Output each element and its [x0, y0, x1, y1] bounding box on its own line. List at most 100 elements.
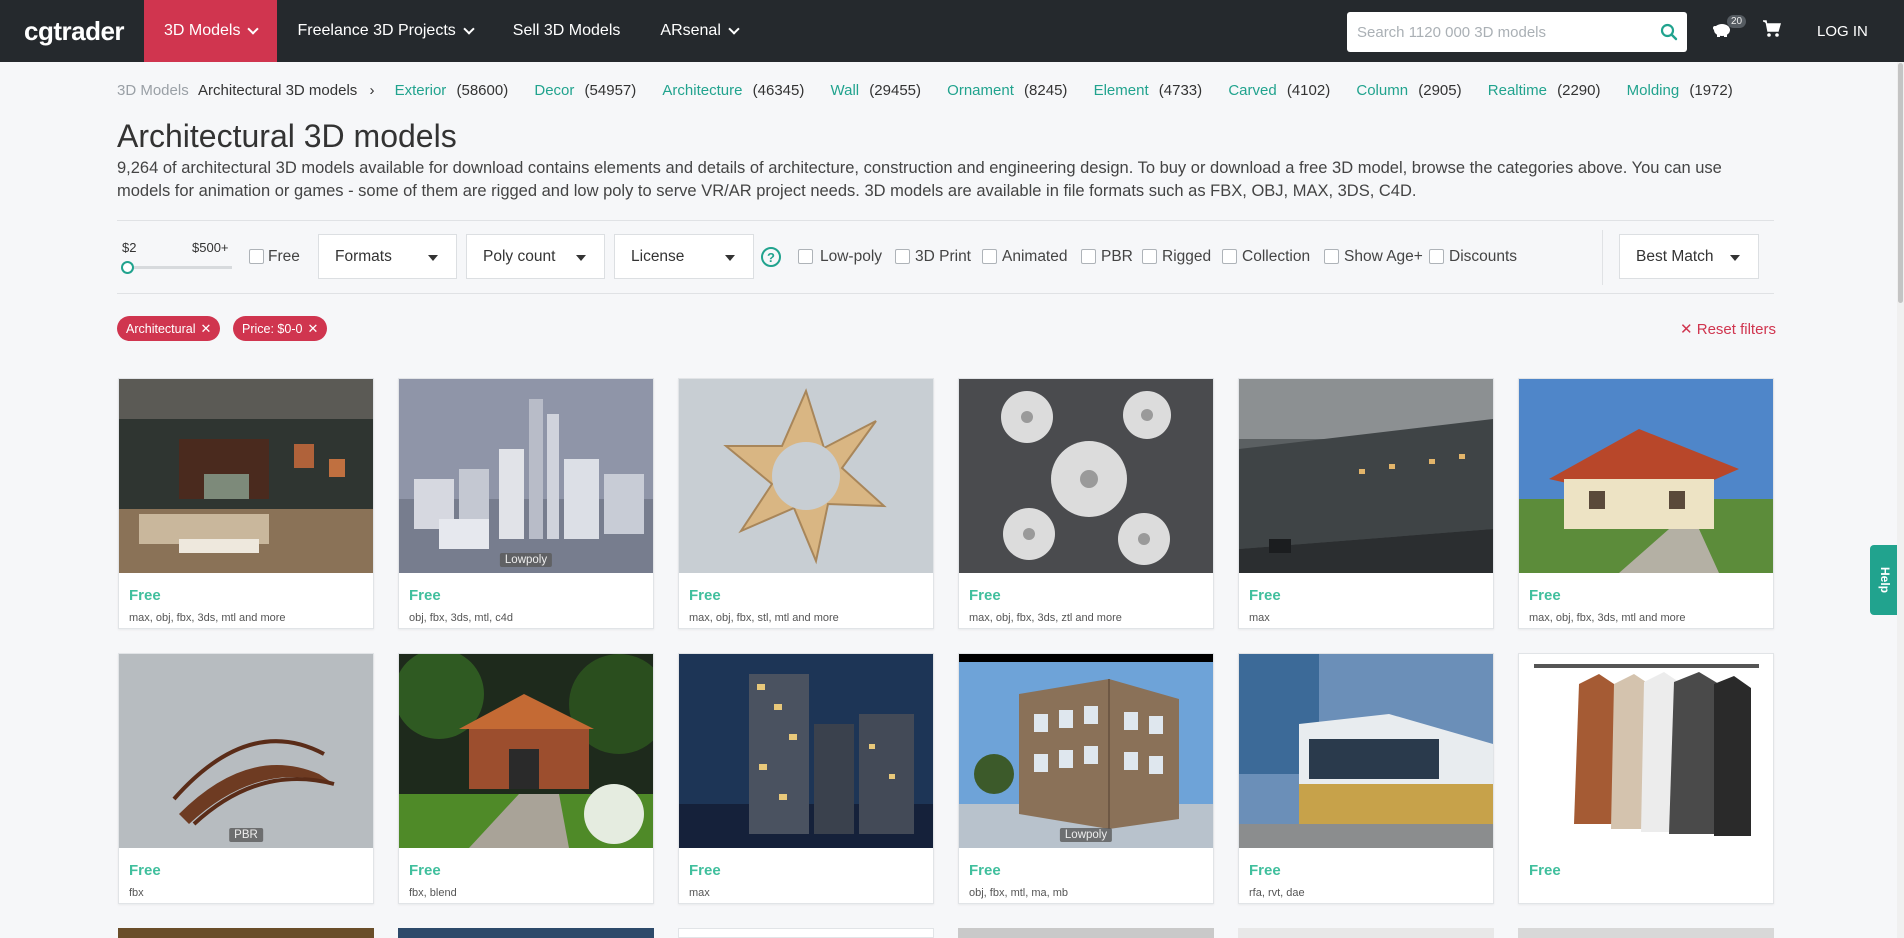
category-name: Wall [830, 82, 860, 99]
login-link[interactable]: LOG IN [1817, 23, 1868, 40]
sort-dropdown[interactable]: Best Match [1619, 234, 1759, 279]
category-link[interactable]: Column (2905) [1356, 82, 1467, 99]
search-icon[interactable] [1651, 23, 1687, 41]
divider [117, 293, 1774, 294]
product-card[interactable]: Lowpoly Free obj, fbx, mtl, ma, mb [958, 653, 1214, 904]
free-checkbox[interactable] [249, 249, 264, 264]
category-link[interactable]: Wall (29455) [831, 82, 927, 99]
product-thumbnail-gold-star-ornament[interactable] [679, 379, 933, 573]
price-slider-handle[interactable] [121, 261, 134, 274]
collection-checkbox[interactable] [1222, 249, 1237, 264]
active-filter-chip[interactable]: Price: $0-0 ✕ [233, 316, 328, 341]
lowpoly-label: Low-poly [820, 248, 883, 265]
license-dropdown[interactable]: License [614, 234, 754, 279]
category-link[interactable]: Molding (1972) [1627, 82, 1739, 99]
discounts-label: Discounts [1449, 248, 1518, 265]
product-card[interactable]: Free rfa, rvt, dae [1238, 653, 1494, 904]
show-age-label: Show Age+ [1344, 248, 1423, 265]
product-card[interactable]: Free [1518, 653, 1774, 904]
breadcrumb-current: Architectural 3D models [198, 82, 358, 99]
site-logo[interactable]: cgtrader [0, 16, 144, 47]
product-thumbnail-modern-building[interactable] [1239, 654, 1493, 848]
product-price: Free [969, 587, 1001, 604]
category-link[interactable]: Carved (4102) [1228, 82, 1336, 99]
product-card[interactable]: Free fbx, blend [398, 653, 654, 904]
product-thumbnail-hanging-clothes[interactable] [1519, 654, 1773, 848]
category-link[interactable]: Architecture (46345) [662, 82, 810, 99]
category-count: (46345) [752, 82, 805, 99]
category-link[interactable]: Decor (54957) [534, 82, 642, 99]
caret-down-icon [576, 255, 586, 261]
help-question-icon[interactable]: ? [761, 247, 781, 267]
cart-icon[interactable] [1762, 20, 1782, 43]
category-name: Decor [534, 82, 575, 99]
product-card-partial[interactable] [118, 928, 374, 938]
breadcrumb-root[interactable]: 3D Models [117, 82, 189, 99]
scrollbar-thumb[interactable] [1898, 63, 1903, 303]
chevron-down-icon [463, 23, 475, 35]
nav-label: Sell 3D Models [512, 22, 621, 39]
product-card[interactable]: Free max [1238, 378, 1494, 629]
product-thumbnail-brick-cottage[interactable] [399, 654, 653, 848]
product-price: Free [129, 862, 161, 879]
category-name: Molding [1626, 82, 1680, 99]
product-thumbnail-flowers-relief[interactable] [959, 379, 1213, 573]
product-card-partial[interactable] [1518, 928, 1774, 938]
nav-sell[interactable]: Sell 3D Models [493, 0, 641, 62]
product-thumbnail-living-room[interactable] [119, 379, 373, 573]
lowpoly-checkbox[interactable] [798, 249, 813, 264]
category-count: (4102) [1286, 82, 1331, 99]
nav-arsenal[interactable]: ARsenal [640, 0, 757, 62]
3dprint-checkbox[interactable] [895, 249, 910, 264]
show-age-checkbox[interactable] [1324, 249, 1339, 264]
page-title: Architectural 3D models [117, 118, 457, 154]
product-card[interactable]: PBR Free fbx [118, 653, 374, 904]
help-tab[interactable]: Help [1870, 545, 1900, 615]
close-icon[interactable]: ✕ [200, 321, 211, 337]
nav-label: 3D Models [164, 22, 241, 39]
product-thumbnail-apartments-street[interactable] [1239, 379, 1493, 573]
reset-filters-link[interactable]: ✕ Reset filters [1680, 320, 1776, 338]
chevron-down-icon [247, 23, 260, 35]
product-tag: PBR [229, 828, 263, 842]
product-thumbnail-city[interactable]: Lowpoly [399, 379, 653, 573]
nav-3d-models[interactable]: 3D Models [144, 0, 278, 62]
product-card-partial[interactable] [678, 928, 934, 938]
category-link[interactable]: Realtime (2290) [1488, 82, 1607, 99]
category-link[interactable]: Exterior (58600) [395, 82, 515, 99]
product-thumbnail-corner-building[interactable]: Lowpoly [959, 654, 1213, 848]
product-card-partial[interactable] [398, 928, 654, 938]
product-card[interactable]: Free max, obj, fbx, 3ds, mtl and more [118, 378, 374, 629]
price-slider-track[interactable] [122, 266, 232, 269]
product-thumbnail-wooden-bridge[interactable]: PBR [119, 654, 373, 848]
rigged-checkbox[interactable] [1142, 249, 1157, 264]
discounts-checkbox[interactable] [1429, 249, 1444, 264]
product-card[interactable]: Free max [678, 653, 934, 904]
category-name: Element [1093, 82, 1149, 99]
nav-label: ARsenal [660, 22, 721, 39]
active-filter-chip[interactable]: Architectural ✕ [117, 316, 221, 341]
product-price: Free [1249, 862, 1281, 879]
product-thumbnail-night-towers[interactable] [679, 654, 933, 848]
product-card[interactable]: Free max, obj, fbx, 3ds, ztl and more [958, 378, 1214, 629]
category-link[interactable]: Element (4733) [1094, 82, 1209, 99]
nav-freelance[interactable]: Freelance 3D Projects [277, 0, 492, 62]
pbr-checkbox[interactable] [1081, 249, 1096, 264]
product-thumbnail-house-red-roof[interactable] [1519, 379, 1773, 573]
pbr-label: PBR [1101, 248, 1133, 265]
collection-label: Collection [1242, 248, 1311, 265]
product-card[interactable]: Free max, obj, fbx, stl, mtl and more [678, 378, 934, 629]
chip-label: Price: $0-0 [242, 321, 303, 336]
poly-count-dropdown[interactable]: Poly count [466, 234, 605, 279]
product-card[interactable]: Lowpoly Free obj, fbx, 3ds, mtl, c4d [398, 378, 654, 629]
close-icon[interactable]: ✕ [307, 321, 318, 337]
product-card[interactable]: Free max, obj, fbx, 3ds, mtl and more [1518, 378, 1774, 629]
product-price: Free [969, 862, 1001, 879]
product-card-partial[interactable] [1238, 928, 1494, 938]
animated-checkbox[interactable] [982, 249, 997, 264]
formats-dropdown[interactable]: Formats [318, 234, 457, 279]
caret-down-icon [725, 255, 735, 261]
category-link[interactable]: Ornament (8245) [947, 82, 1073, 99]
product-card-partial[interactable] [958, 928, 1214, 938]
search-input[interactable] [1347, 13, 1651, 51]
